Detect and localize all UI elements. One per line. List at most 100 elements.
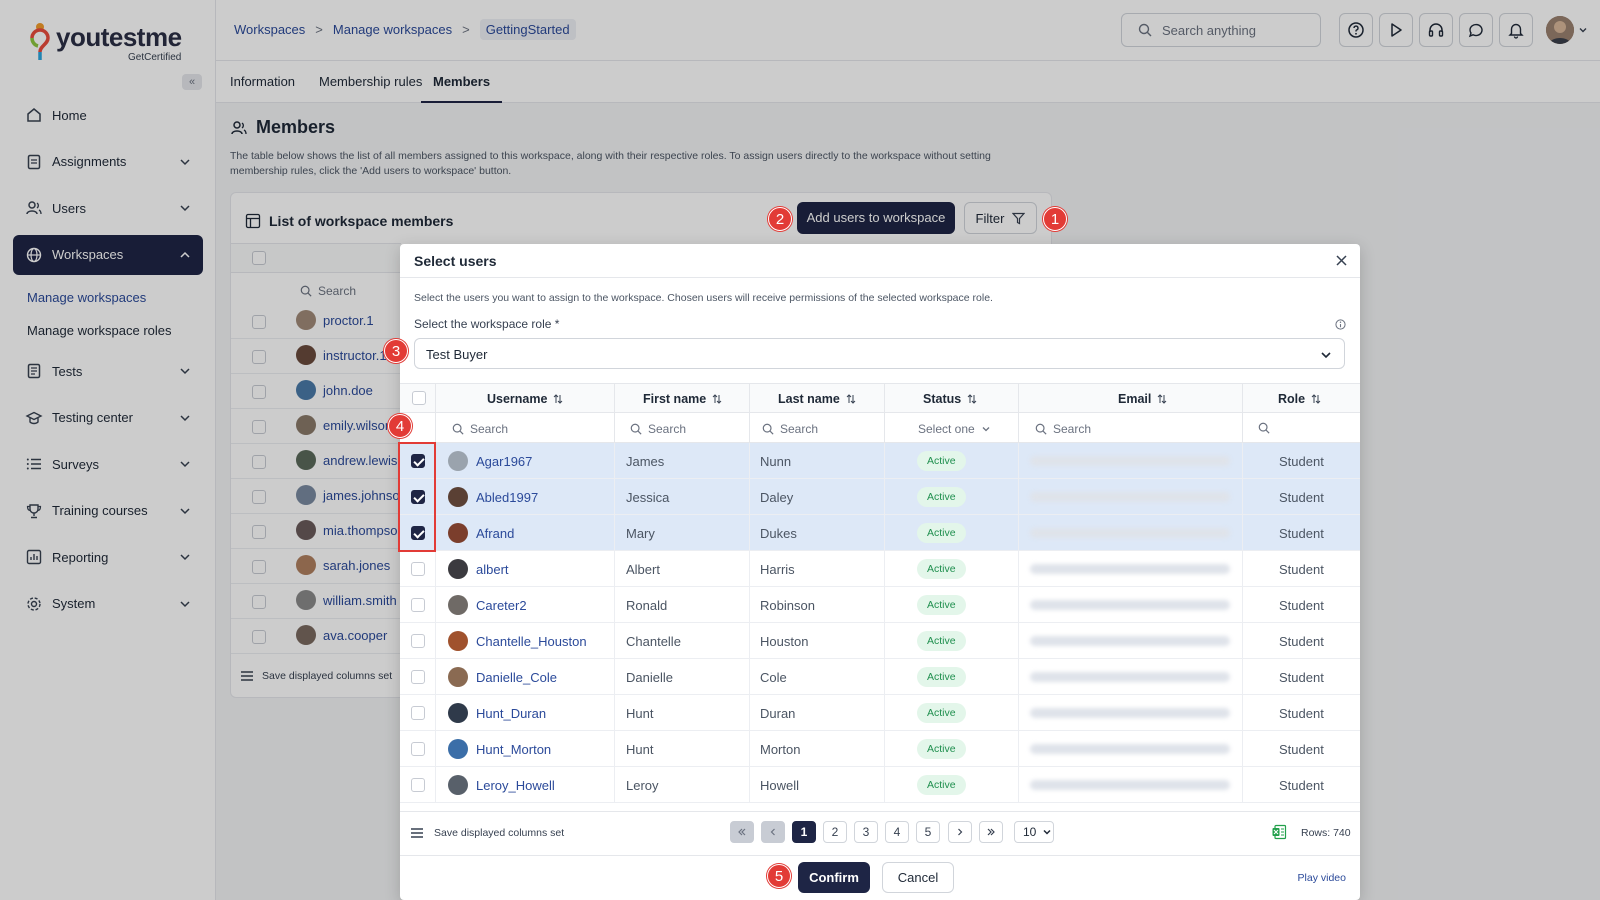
column-divider (1018, 587, 1019, 623)
column-divider (435, 731, 436, 767)
status-filter-value: Select one (918, 422, 975, 436)
last-name-search-input[interactable]: Search (762, 422, 818, 436)
username-link[interactable]: Leroy_Howell (476, 778, 555, 793)
last-page-button[interactable] (979, 821, 1003, 843)
column-divider (749, 587, 750, 623)
column-divider (435, 587, 436, 623)
page-button-2[interactable]: 2 (823, 821, 847, 843)
username-link[interactable]: Careter2 (476, 598, 527, 613)
excel-export-icon[interactable] (1271, 824, 1287, 840)
page-size-select[interactable]: 10 (1014, 821, 1054, 843)
column-divider (614, 384, 615, 414)
column-header-role[interactable]: Role (1278, 392, 1321, 406)
column-divider (884, 767, 885, 803)
column-divider (1242, 384, 1243, 414)
confirm-button[interactable]: Confirm (798, 862, 870, 893)
username-link[interactable]: Hunt_Duran (476, 706, 546, 721)
status-badge: Active (917, 523, 966, 543)
username-link[interactable]: Hunt_Morton (476, 742, 551, 757)
status-filter-select[interactable]: Select one (918, 422, 991, 436)
next-page-button[interactable] (948, 821, 972, 843)
cancel-button[interactable]: Cancel (882, 862, 954, 893)
play-video-link[interactable]: Play video (1298, 872, 1346, 884)
last-name-cell: Nunn (760, 454, 792, 469)
page-size-value: 10 (1023, 825, 1037, 839)
users-grid-row[interactable]: Chantelle_Houston Chantelle Houston Active S… (400, 623, 1360, 659)
column-divider (1018, 384, 1019, 414)
email-search-input[interactable]: Search (1035, 422, 1091, 436)
last-name-cell: Houston (760, 634, 809, 649)
save-columns-button[interactable]: Save displayed columns set (410, 827, 564, 839)
step-marker-1: 1 (1043, 207, 1067, 231)
first-name-cell: Ronald (626, 598, 668, 613)
column-divider (1018, 443, 1019, 479)
email-cell-redacted (1030, 780, 1230, 790)
column-divider (1242, 413, 1243, 443)
column-divider (614, 413, 615, 443)
row-checkbox[interactable] (411, 598, 425, 612)
column-divider (1242, 623, 1243, 659)
first-name-search-placeholder: Search (648, 422, 687, 436)
page-button-5[interactable]: 5 (916, 821, 940, 843)
users-grid-row[interactable]: Hunt_Duran Hunt Duran Active Student (400, 695, 1360, 731)
row-checkbox[interactable] (411, 670, 425, 684)
username-link[interactable]: Afrand (476, 526, 514, 541)
status-badge: Active (917, 595, 966, 615)
row-checkbox[interactable] (411, 634, 425, 648)
first-page-button[interactable] (730, 821, 754, 843)
column-divider (614, 731, 615, 767)
username-link[interactable]: Danielle_Cole (476, 670, 557, 685)
users-grid-row[interactable]: Leroy_Howell Leroy Howell Active Student (400, 767, 1360, 803)
role-cell: Student (1279, 562, 1324, 577)
chevron-right-icon (958, 828, 963, 836)
users-grid-row[interactable]: Careter2 Ronald Robinson Active Student (400, 587, 1360, 623)
column-divider (1018, 767, 1019, 803)
role-search-input[interactable] (1258, 422, 1276, 434)
users-grid-row[interactable]: Danielle_Cole Danielle Cole Active Student (400, 659, 1360, 695)
last-name-search-placeholder: Search (780, 422, 819, 436)
column-header-username[interactable]: Username (487, 392, 563, 406)
column-header-label: Email (1118, 392, 1152, 406)
username-search-input[interactable]: Search (452, 422, 508, 436)
email-cell-redacted (1030, 528, 1230, 538)
prev-page-button[interactable] (761, 821, 785, 843)
row-checkbox[interactable] (411, 706, 425, 720)
email-cell-redacted (1030, 708, 1230, 718)
users-grid-row[interactable]: Hunt_Morton Hunt Morton Active Student (400, 731, 1360, 767)
username-link[interactable]: Chantelle_Houston (476, 634, 587, 649)
info-icon[interactable] (1335, 319, 1346, 330)
column-divider (884, 515, 885, 551)
page-button-4[interactable]: 4 (885, 821, 909, 843)
row-checkbox[interactable] (411, 742, 425, 756)
column-divider (749, 515, 750, 551)
page-button-1[interactable]: 1 (792, 821, 816, 843)
column-header-email[interactable]: Email (1118, 392, 1167, 406)
first-name-search-input[interactable]: Search (630, 422, 686, 436)
email-cell-redacted (1030, 564, 1230, 574)
workspace-role-select[interactable]: Test Buyer (414, 338, 1345, 369)
status-badge: Active (917, 775, 966, 795)
first-name-cell: James (626, 454, 665, 469)
close-icon[interactable] (1335, 254, 1348, 267)
rows-count: Rows: 740 (1301, 827, 1351, 839)
first-name-cell: Albert (626, 562, 660, 577)
search-icon (762, 423, 774, 435)
last-name-cell: Robinson (760, 598, 815, 613)
select-all-users-checkbox[interactable] (412, 391, 426, 405)
username-link[interactable]: Abled1997 (476, 490, 538, 505)
username-link[interactable]: Agar1967 (476, 454, 532, 469)
column-header-first-name[interactable]: First name (643, 392, 722, 406)
column-divider (749, 767, 750, 803)
row-checkbox[interactable] (411, 778, 425, 792)
column-header-last-name[interactable]: Last name (778, 392, 856, 406)
row-checkbox[interactable] (411, 562, 425, 576)
search-icon (1258, 422, 1270, 434)
username-link[interactable]: albert (476, 562, 509, 577)
users-grid-row[interactable]: Afrand Mary Dukes Active Student (400, 515, 1360, 551)
users-grid-row[interactable]: Abled1997 Jessica Daley Active Student (400, 479, 1360, 515)
column-divider (614, 479, 615, 515)
users-grid-row[interactable]: Agar1967 James Nunn Active Student (400, 443, 1360, 479)
page-button-3[interactable]: 3 (854, 821, 878, 843)
users-grid-row[interactable]: albert Albert Harris Active Student (400, 551, 1360, 587)
column-header-status[interactable]: Status (923, 392, 977, 406)
